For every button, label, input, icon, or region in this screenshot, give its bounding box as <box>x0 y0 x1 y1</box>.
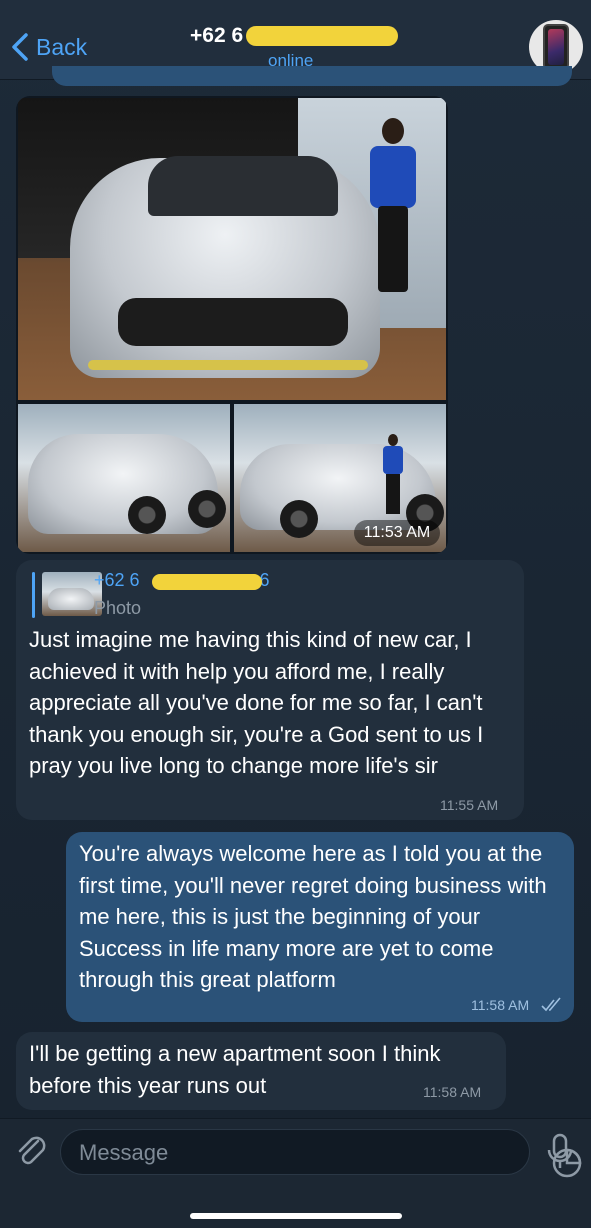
message-input-container <box>60 1129 582 1178</box>
back-label: Back <box>36 33 88 60</box>
back-button[interactable]: Back <box>10 30 87 64</box>
car-image <box>28 434 218 534</box>
photo-album-message[interactable] <box>16 96 448 554</box>
wheel-image <box>128 496 166 534</box>
car-photo-main[interactable] <box>18 98 446 400</box>
chevron-left-icon <box>12 33 28 61</box>
person-figure <box>382 434 404 514</box>
redaction-mark <box>246 26 398 46</box>
photo-timestamp: 11:53 AM <box>354 520 440 546</box>
redaction-mark <box>152 574 262 590</box>
message-text: Just imagine me having this kind of new … <box>29 627 484 778</box>
phone-image <box>543 24 569 70</box>
message-composer <box>0 1118 591 1228</box>
home-indicator <box>190 1213 402 1219</box>
message-timestamp: 11:58 AM <box>471 997 530 1013</box>
message-timestamp: 11:55 AM <box>440 797 499 813</box>
car-photo-side[interactable] <box>18 404 230 552</box>
message-input[interactable] <box>79 1138 479 1168</box>
microphone-icon[interactable] <box>544 1133 576 1171</box>
car-grille <box>118 298 348 346</box>
reply-thumbnail[interactable] <box>42 572 102 616</box>
wheel-image <box>188 490 226 528</box>
reply-type-label: Photo <box>94 598 142 618</box>
incoming-message[interactable]: I'll be getting a new apartment soon I t… <box>16 1032 506 1110</box>
previous-message-bubble <box>52 66 572 86</box>
message-text: You're always welcome here as I told you… <box>79 841 547 992</box>
outgoing-message[interactable]: You're always welcome here as I told you… <box>66 832 574 1022</box>
car-splitter <box>88 360 368 370</box>
incoming-message[interactable]: +62 66 Photo Just imagine me having this… <box>16 560 524 820</box>
message-timestamp: 11:58 AM <box>423 1084 482 1100</box>
reply-quote-bar <box>32 572 35 618</box>
paperclip-icon[interactable] <box>14 1133 48 1169</box>
wheel-image <box>280 500 318 538</box>
double-check-icon <box>541 997 561 1012</box>
car-windshield <box>148 156 338 216</box>
person-figure <box>368 118 418 298</box>
